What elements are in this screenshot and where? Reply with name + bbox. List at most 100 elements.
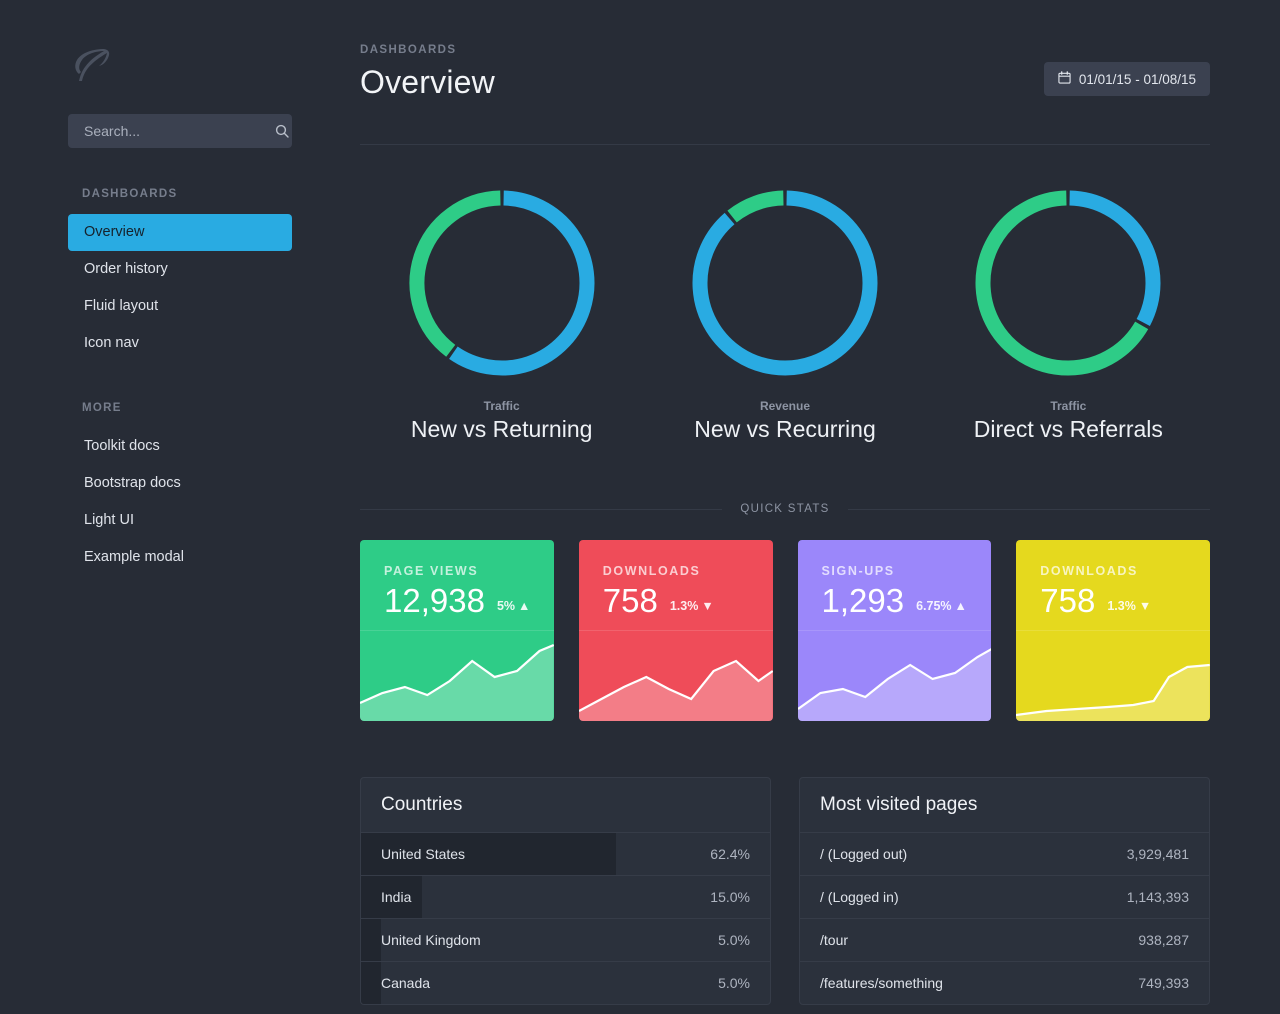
calendar-icon bbox=[1058, 71, 1071, 87]
data-tables: Countries United States 62.4% India 15.0% Uni… bbox=[360, 777, 1210, 1005]
donut-chart-new-vs-returning: Traffic New vs Returning bbox=[360, 183, 643, 443]
row-label: United States bbox=[381, 846, 466, 862]
stat-card-header: PAGE VIEWS 12,938 5% ▲ bbox=[360, 540, 554, 620]
table-row[interactable]: United States 62.4% bbox=[361, 833, 770, 876]
stat-card-header: DOWNLOADS 758 1.3% ▼ bbox=[1016, 540, 1210, 620]
sparkline-area bbox=[1016, 665, 1210, 721]
stat-card-delta-value: 1.3% bbox=[1107, 599, 1136, 613]
stat-card-separator bbox=[797, 630, 992, 631]
stat-cards: PAGE VIEWS 12,938 5% ▲ DOWNLOADS 758 1.3% ▼ SIGN… bbox=[360, 540, 1210, 721]
stat-card-label: PAGE VIEWS bbox=[384, 564, 479, 578]
stat-card-label: DOWNLOADS bbox=[1040, 564, 1138, 578]
row-value: 1,143,393 bbox=[1126, 889, 1189, 905]
donut-slice-recurring bbox=[692, 190, 878, 376]
stat-card-value-row: 1,293 6.75% ▲ bbox=[822, 582, 992, 620]
donut-title: New vs Recurring bbox=[694, 416, 876, 442]
row-value: 62.4% bbox=[710, 846, 750, 862]
donut-chart-direct-vs-referrals: Traffic Direct vs Referrals bbox=[927, 183, 1210, 443]
arrow-down-icon: ▼ bbox=[1138, 599, 1152, 613]
stat-card-separator bbox=[1016, 630, 1210, 631]
sparkline-area bbox=[360, 645, 554, 721]
stat-card-value-row: 758 1.3% ▼ bbox=[1040, 582, 1210, 620]
search-box[interactable] bbox=[68, 114, 292, 148]
sidebar-item-toolkit-docs[interactable]: Toolkit docs bbox=[68, 428, 292, 465]
header-divider bbox=[360, 144, 1210, 145]
search-input[interactable] bbox=[68, 123, 275, 139]
table-row[interactable]: India 15.0% bbox=[361, 876, 770, 919]
sidebar-item-overview[interactable]: Overview bbox=[68, 214, 292, 251]
row-label: /tour bbox=[820, 932, 849, 948]
stat-card-label: SIGN-UPS bbox=[821, 564, 895, 578]
stat-card-value-row: 12,938 5% ▲ bbox=[384, 582, 554, 620]
table-row[interactable]: / (Logged in) 1,143,393 bbox=[800, 876, 1209, 919]
row-value: 15.0% bbox=[710, 889, 750, 905]
stat-card-separator bbox=[360, 630, 554, 631]
stat-card-delta: 1.3% ▼ bbox=[1107, 599, 1151, 620]
table-title: Most visited pages bbox=[800, 778, 1209, 833]
nav-section-title: DASHBOARDS bbox=[82, 188, 178, 200]
sidebar-item-fluid-layout[interactable]: Fluid layout bbox=[68, 288, 292, 325]
stat-card-sparkline bbox=[1016, 631, 1210, 721]
sidebar-item-bootstrap-docs[interactable]: Bootstrap docs bbox=[68, 465, 292, 502]
table-row[interactable]: /tour 938,287 bbox=[800, 919, 1209, 962]
donut-slice-new bbox=[409, 190, 501, 357]
row-value: 749,393 bbox=[1138, 975, 1189, 991]
row-label: /features/something bbox=[820, 975, 943, 991]
arrow-up-icon: ▲ bbox=[518, 599, 531, 613]
arrow-up-icon: ▲ bbox=[954, 599, 967, 613]
donut-svg-1 bbox=[692, 190, 878, 376]
sidebar-item-order-history[interactable]: Order history bbox=[68, 251, 292, 288]
stat-card-label: DOWNLOADS bbox=[602, 564, 701, 578]
stat-card-downloads-1[interactable]: DOWNLOADS 758 1.3% ▼ bbox=[578, 540, 773, 721]
stat-card-header: DOWNLOADS 758 1.3% ▼ bbox=[579, 540, 773, 620]
quick-stats-divider: QUICK STATS bbox=[360, 503, 1210, 515]
stat-card-delta-value: 6.75% bbox=[916, 599, 952, 613]
search-icon[interactable] bbox=[275, 124, 303, 138]
stat-card-delta-value: 1.3% bbox=[669, 599, 699, 613]
sidebar-item-icon-nav[interactable]: Icon nav bbox=[68, 325, 292, 362]
app-root: DASHBOARDS Overview Order history Fluid … bbox=[0, 0, 1280, 1014]
donut-svg-2 bbox=[975, 190, 1161, 376]
stat-card-downloads-3[interactable]: DOWNLOADS 758 1.3% ▼ bbox=[1016, 540, 1210, 721]
table-card-most-visited-pages: Most visited pages / (Logged out) 3,929,48… bbox=[799, 777, 1210, 1005]
row-label: United Kingdom bbox=[381, 932, 481, 948]
stat-card-header: SIGN-UPS 1,293 6.75% ▲ bbox=[798, 540, 992, 620]
leaf-logo[interactable] bbox=[0, 46, 360, 92]
nav-list-more: Toolkit docs Bootstrap docs Light UI Exa… bbox=[0, 428, 360, 576]
row-value: 3,929,481 bbox=[1126, 846, 1189, 862]
donut-slice-returning bbox=[448, 190, 595, 376]
stat-card-sparkline bbox=[360, 631, 554, 721]
donut-slice-new bbox=[727, 190, 784, 223]
stat-card-value: 758 bbox=[602, 582, 658, 619]
table-row[interactable]: Canada 5.0% bbox=[361, 962, 770, 1004]
row-progress-bar bbox=[361, 962, 382, 1004]
breadcrumb: DASHBOARDS bbox=[360, 44, 457, 56]
stat-card-value-row: 758 1.3% ▼ bbox=[603, 582, 773, 620]
stat-card-separator bbox=[578, 630, 773, 631]
donut-slice-referrals bbox=[1069, 190, 1161, 326]
donut-chart-new-vs-recurring: Revenue New vs Recurring bbox=[643, 183, 926, 443]
page-title-group: DASHBOARDS Overview bbox=[360, 44, 495, 101]
divider-line-left bbox=[360, 508, 723, 510]
row-label: Canada bbox=[381, 975, 431, 991]
donut-category: Traffic bbox=[1050, 399, 1087, 413]
stat-card-delta: 5% ▲ bbox=[497, 599, 530, 620]
stat-card-sign-ups-2[interactable]: SIGN-UPS 1,293 6.75% ▲ bbox=[797, 540, 992, 721]
donut-category: Revenue bbox=[759, 399, 810, 413]
sidebar: DASHBOARDS Overview Order history Fluid … bbox=[0, 0, 360, 1014]
stat-card-delta: 1.3% ▼ bbox=[670, 599, 714, 620]
stat-card-value: 12,938 bbox=[384, 582, 485, 619]
table-row[interactable]: / (Logged out) 3,929,481 bbox=[800, 833, 1209, 876]
divider-line-right bbox=[847, 508, 1210, 510]
stat-card-page-views-0[interactable]: PAGE VIEWS 12,938 5% ▲ bbox=[360, 540, 554, 721]
main-content: DASHBOARDS Overview 01/01/15 - 01/08/15 bbox=[360, 0, 1280, 1014]
sidebar-item-light-ui[interactable]: Light UI bbox=[68, 502, 292, 539]
sidebar-item-example-modal[interactable]: Example modal bbox=[68, 539, 292, 576]
donut-category: Traffic bbox=[483, 399, 520, 413]
table-row[interactable]: /features/something 749,393 bbox=[800, 962, 1209, 1004]
donut-charts: Traffic New vs Returning Revenue New vs … bbox=[360, 183, 1210, 443]
table-title: Countries bbox=[361, 778, 770, 833]
date-range-picker[interactable]: 01/01/15 - 01/08/15 bbox=[1043, 62, 1210, 96]
table-row[interactable]: United Kingdom 5.0% bbox=[361, 919, 770, 962]
stat-card-delta-value: 5% bbox=[496, 599, 516, 613]
